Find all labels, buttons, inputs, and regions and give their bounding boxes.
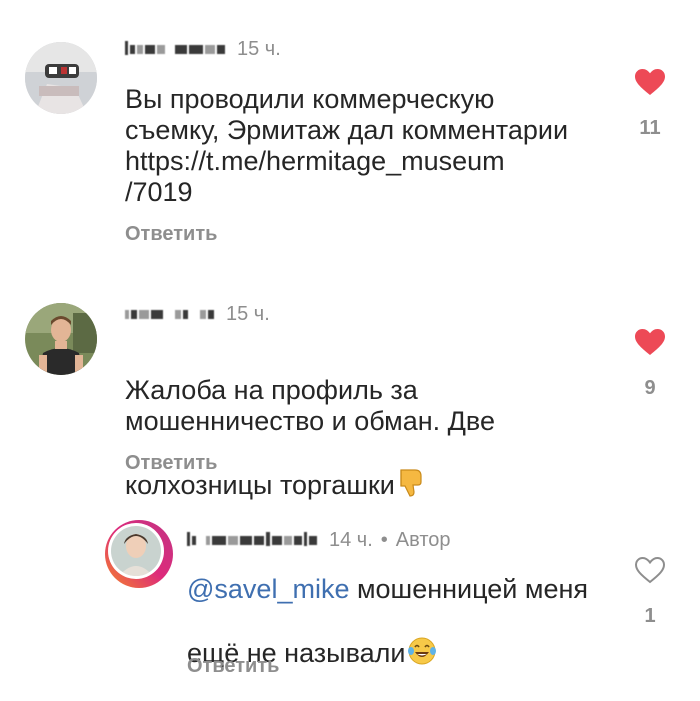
like-column: 9 (620, 328, 680, 400)
heart-filled-icon[interactable] (634, 68, 666, 101)
comment-text: Вы проводили коммерческую съемку, Эрмита… (125, 84, 569, 207)
comment-meta: 15 ч. (125, 303, 270, 326)
meta-separator: • (380, 529, 388, 551)
username-redacted[interactable] (125, 40, 225, 55)
username-redacted[interactable] (125, 310, 214, 319)
reply-button[interactable]: Ответить (125, 452, 217, 475)
comment-time: 15 ч. (226, 303, 270, 325)
like-count: 9 (644, 377, 656, 399)
laughing-tears-emoji (407, 605, 437, 673)
comment-time: 15 ч. (237, 38, 281, 60)
heart-filled-icon[interactable] (634, 328, 666, 361)
comment-text: Жалоба на профиль за мошенничество и обм… (125, 344, 495, 505)
avatar[interactable] (25, 42, 97, 114)
heart-outline-icon[interactable] (634, 556, 666, 589)
like-count: 1 (644, 605, 656, 627)
like-column: 11 (620, 68, 680, 140)
reply-button[interactable]: Ответить (187, 655, 279, 678)
reply-button[interactable]: Ответить (125, 223, 217, 246)
like-column: 1 (620, 556, 680, 628)
like-count: 11 (639, 117, 661, 139)
comment-meta: 15 ч. (125, 38, 281, 61)
avatar[interactable] (25, 303, 97, 375)
thumbs-down-emoji (397, 437, 425, 505)
mention-link[interactable]: @savel_mike (187, 574, 349, 604)
comment-text-body: Жалоба на профиль за мошенничество и обм… (125, 375, 495, 500)
comments-screen: 15 ч. Вы проводили коммерческую съемку, … (0, 0, 700, 701)
username-redacted[interactable] (187, 531, 317, 546)
comment-time: 14 ч. (329, 529, 373, 551)
comment-meta: 14 ч. • Автор (187, 529, 451, 552)
avatar-story-ring[interactable] (105, 520, 173, 588)
author-badge: Автор (395, 529, 451, 551)
